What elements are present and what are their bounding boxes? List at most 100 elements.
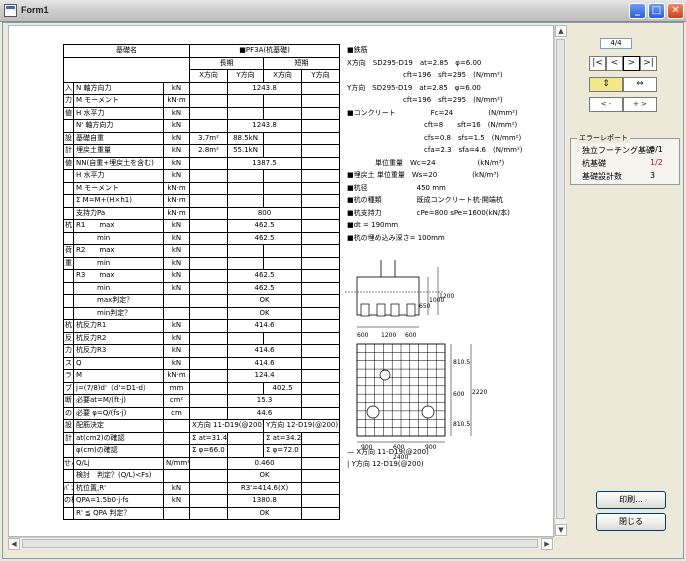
cell-long-y: [227, 94, 265, 108]
window-title: Form1: [21, 5, 49, 15]
table-row: φ(cm)の確認 Σ φ=66.0 OK Σ φ=72.0 OK: [63, 444, 341, 458]
cell-short-x: Σ φ=72.0 OK: [263, 444, 303, 458]
row-label: NN(自重+埋戻土を含む): [73, 156, 164, 170]
row-group-label: ラ: [63, 369, 74, 383]
spec-line: ■杭支持力 cPe=800 sPe=1600(kN/本): [347, 208, 510, 217]
cell-long-x: Σ at=31.4 OK: [189, 431, 229, 445]
cell-long-x: [189, 231, 229, 245]
cell-long-y: [227, 244, 265, 258]
close-form-button[interactable]: 閉じる: [596, 513, 666, 531]
page-indicator: 4/4: [600, 38, 632, 49]
row-unit: kN: [162, 81, 191, 95]
prev-page-button[interactable]: <: [606, 56, 623, 71]
spec-line: ■コンクリート Fc=24 (N/mm²): [347, 108, 518, 117]
row-unit: kN: [162, 131, 191, 145]
row-label: H 水平力: [73, 169, 164, 183]
horizontal-scrollbar[interactable]: ◀ ▶: [8, 537, 554, 550]
sec-h-3: 650: [419, 303, 431, 310]
row-group-label: [63, 194, 74, 208]
zoom-in-button[interactable]: + >: [623, 97, 657, 112]
row-label: R3 max: [73, 269, 164, 283]
cell-long-x: [189, 469, 229, 483]
spec-line: ■杭の埋め込み深さ= 100mm: [347, 233, 445, 242]
plan-h-3: 810.5: [453, 421, 470, 428]
row-unit: kN: [162, 231, 191, 245]
row-label: max判定？: [73, 294, 164, 308]
row-unit: kN: [162, 344, 191, 358]
print-button[interactable]: 印刷...: [596, 491, 666, 509]
scroll-left-arrow[interactable]: ◀: [8, 538, 20, 550]
spec-line: cft=196 sft=295 (N/mm²): [347, 71, 503, 79]
zoom-fit-page-icon[interactable]: ⇕: [589, 77, 623, 92]
table-row: 力M モーメント kN·m: [63, 94, 341, 108]
zoom-out-button[interactable]: < -: [589, 97, 623, 112]
row-label: min: [73, 281, 164, 295]
cell-long-y: 0.460: [227, 456, 303, 470]
scroll-thumb-vertical[interactable]: [556, 39, 565, 519]
cell-short-y: [301, 481, 341, 495]
cell-long-y: [227, 181, 265, 195]
legend-x: X方向 11-D19(@200): [356, 448, 429, 456]
cell-long-x: [189, 406, 229, 420]
cell-long-y: 462.5: [227, 281, 303, 295]
spec-line: ■鉄筋: [347, 46, 368, 54]
last-page-button[interactable]: >|: [640, 56, 657, 71]
cell-long-y: 1380.8: [227, 494, 303, 508]
cell-long-x: [189, 206, 229, 220]
row-label: N 軸方向力: [73, 81, 164, 95]
row-label: R2 max: [73, 244, 164, 258]
row-label: 必要 φ=Q/(fs·j): [73, 406, 164, 420]
cell-long-y: 462.5: [227, 269, 303, 283]
scroll-thumb-horizontal[interactable]: [22, 539, 538, 548]
col-header-kind: ■PF3A(杭基礎): [189, 44, 341, 58]
cell-short-y: [301, 406, 341, 420]
cell-short-x: [263, 244, 303, 258]
cell-long-y: [227, 256, 265, 270]
row-unit: kN: [162, 106, 191, 120]
cell-long-y: 414.6: [227, 344, 303, 358]
cell-short-y: [301, 119, 341, 133]
rebar-legend: — X方向 11-D19(@200) | Y方向 12-D19(@200): [347, 448, 429, 468]
scroll-down-arrow[interactable]: ▼: [555, 524, 567, 536]
row-label: 杭位置,R': [73, 481, 164, 495]
legend-y: Y方向 12-D19(@200): [351, 460, 424, 468]
error-item-count: 1/2: [650, 158, 663, 167]
spec-line: 単位重量 Wc=24 (kN/m³): [347, 158, 505, 167]
table-row: 入N 軸方向力 kN 1243.8: [63, 81, 341, 95]
row-label: Σ M=M+(H×h1): [73, 194, 164, 208]
cell-short-y: [301, 469, 341, 483]
first-page-button[interactable]: |<: [589, 56, 606, 71]
vertical-scrollbar[interactable]: ▲ ▼: [554, 25, 567, 537]
row-label: 杭反力R1: [73, 319, 164, 333]
cell-long-x: [189, 481, 229, 495]
col-header-name: 基礎名: [62, 44, 191, 58]
section-sketch: 600 1200 600 1000 1200 650: [345, 260, 454, 339]
row-group-label: 力: [63, 94, 74, 108]
row-unit: cm²: [162, 394, 191, 408]
cell-long-y: 462.5: [227, 219, 303, 233]
spec-notes: ■鉄筋 X方向 SD295-D19 at=2.85 φ=6.00 cft=196 …: [347, 44, 553, 244]
close-button[interactable]: ✕: [667, 3, 684, 19]
next-page-button[interactable]: >: [623, 56, 640, 71]
zoom-fit-width-icon[interactable]: ⇔: [623, 77, 657, 92]
cell-short-y: [301, 294, 341, 308]
error-item-count: 3: [650, 171, 656, 180]
row-label: R1 max: [73, 219, 164, 233]
row-label: 検討 判定？(Q/L)<Fs): [73, 469, 164, 483]
row-group-label: [63, 119, 74, 133]
cell-short-y: [301, 156, 341, 170]
scroll-up-arrow[interactable]: ▲: [555, 25, 567, 37]
scroll-right-arrow[interactable]: ▶: [541, 538, 553, 550]
app-icon: [4, 4, 17, 17]
row-group-label: 設: [63, 419, 74, 433]
row-group-label: の: [63, 406, 74, 420]
table-row: の必要 φ=Q/(fs·j) cm 44.6: [63, 406, 341, 420]
table-row: min kN 462.5: [63, 281, 341, 295]
cell-short-y: [301, 206, 341, 220]
minimize-button[interactable]: _: [629, 3, 646, 19]
cell-short-y: [301, 369, 341, 383]
maximize-button[interactable]: □: [648, 3, 665, 19]
row-unit: cm: [162, 406, 191, 420]
cell-long-y: OK: [227, 294, 303, 308]
cell-long-y: [227, 194, 265, 208]
